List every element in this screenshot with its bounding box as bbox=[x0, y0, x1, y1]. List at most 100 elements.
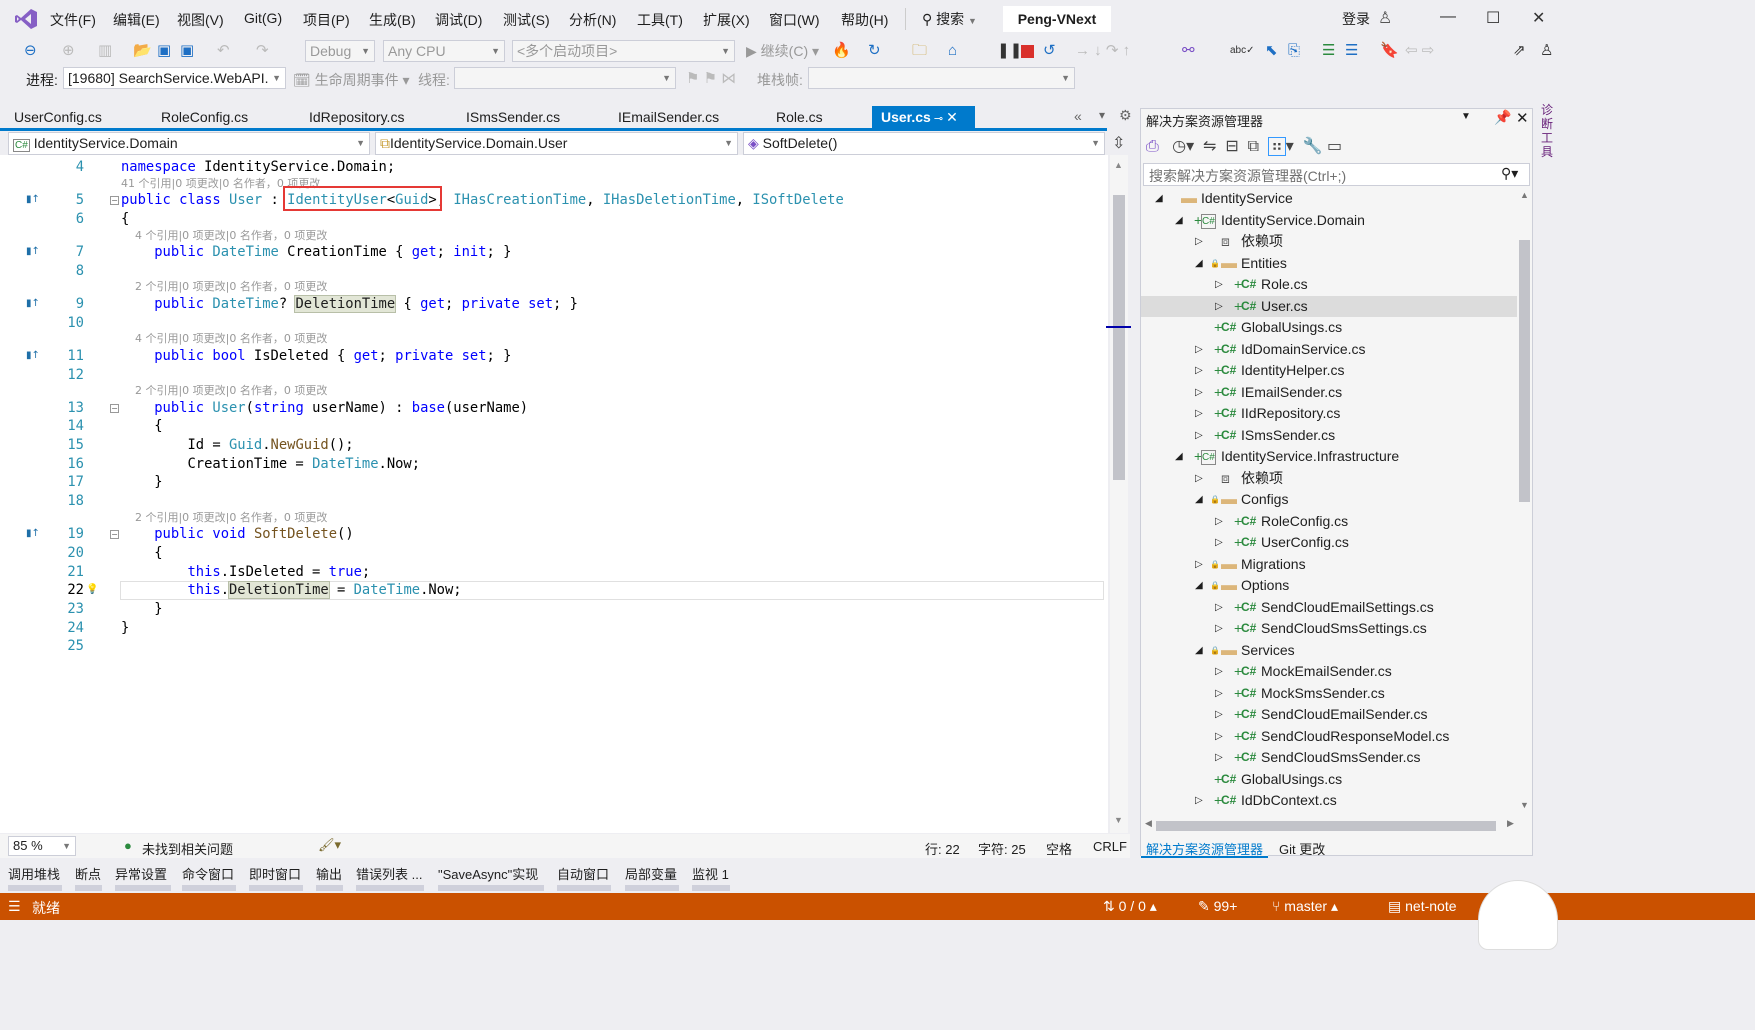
codelens[interactable]: 4 个引用|0 项更改|0 名作者，0 项更改 bbox=[0, 229, 1106, 244]
tree-item[interactable]: ◢ 🔒 ▬ Options bbox=[1141, 575, 1517, 597]
menu-item[interactable]: 项目(P) bbox=[303, 10, 350, 30]
panel-menu-icon[interactable]: ▼ bbox=[1461, 111, 1471, 122]
codelens[interactable]: 2 个引用|0 项更改|0 名作者，0 项更改 bbox=[0, 511, 1106, 526]
codelens[interactable]: 2 个引用|0 项更改|0 名作者，0 项更改 bbox=[0, 384, 1106, 399]
expanded-arrow-icon[interactable]: ◢ bbox=[1195, 489, 1203, 511]
bookmark-icon[interactable]: 🔖 bbox=[1380, 38, 1399, 64]
codelens[interactable]: 41 个引用|0 项更改|0 名作者，0 项更改 bbox=[0, 177, 1106, 192]
code-lines[interactable]: 4 namespace IdentityService.Domain; 41 个引用… bbox=[0, 158, 1106, 656]
tab-solution-explorer[interactable]: 解决方案资源管理器 bbox=[1141, 836, 1269, 858]
pin-icon[interactable]: 📌 bbox=[1494, 109, 1511, 126]
bottom-tool-tab[interactable]: 监视 1 bbox=[692, 864, 729, 883]
tab-userconfig-cs[interactable]: UserConfig.cs bbox=[5, 106, 152, 129]
menu-item[interactable]: 帮助(H) bbox=[841, 10, 888, 30]
scroll-up-icon[interactable]: ▲ bbox=[1114, 160, 1123, 170]
tree-item[interactable]: ◢ 🔒 ▬ Services bbox=[1141, 640, 1517, 662]
pause-icon[interactable]: ❚❚ bbox=[997, 38, 1022, 64]
menu-item[interactable]: 调试(D) bbox=[435, 10, 482, 30]
code-line[interactable]: 17 } bbox=[0, 473, 1106, 492]
branch-status[interactable]: ⑂ master ▴ bbox=[1272, 898, 1338, 915]
bottom-tool-tab[interactable]: 输出 bbox=[316, 864, 342, 883]
implements-icon[interactable]: ▮↑ bbox=[26, 243, 40, 262]
collapsed-arrow-icon[interactable]: ▷ bbox=[1195, 554, 1203, 576]
select-icon[interactable]: ⬉ bbox=[1265, 38, 1278, 64]
project-dropdown[interactable]: C# IdentityService.Domain ▼ bbox=[8, 132, 370, 155]
login-link[interactable]: 登录 bbox=[1342, 9, 1370, 29]
code-line[interactable]: 21 this.IsDeleted = true; bbox=[0, 563, 1106, 582]
codelens-text[interactable]: 4 个引用|0 项更改|0 名作者，0 项更改 bbox=[121, 229, 327, 244]
collapsed-arrow-icon[interactable]: ▷ bbox=[1215, 747, 1223, 769]
collapse-icon[interactable]: − bbox=[110, 403, 119, 413]
bottom-tool-tab[interactable]: 异常设置 bbox=[115, 864, 167, 883]
menu-item[interactable]: 视图(V) bbox=[177, 10, 224, 30]
spell-check-icon[interactable]: abc✓ bbox=[1230, 38, 1255, 64]
restart-icon[interactable]: ↻ bbox=[868, 38, 881, 64]
codelens[interactable]: 4 个引用|0 项更改|0 名作者，0 项更改 bbox=[0, 332, 1106, 347]
bottom-tool-tab[interactable]: 局部变量 bbox=[625, 864, 677, 883]
codelens-text[interactable]: 2 个引用|0 项更改|0 名作者，0 项更改 bbox=[121, 511, 327, 526]
find-in-files-icon[interactable]: 🗀 bbox=[912, 38, 927, 64]
editor-vertical-scrollbar[interactable]: ▲ ▼ bbox=[1106, 155, 1131, 833]
tree-item[interactable]: ▷ + C# IdDomainService.cs bbox=[1141, 339, 1517, 361]
collapsed-arrow-icon[interactable]: ▷ bbox=[1195, 790, 1203, 812]
expanded-arrow-icon[interactable]: ◢ bbox=[1195, 575, 1203, 597]
code-line[interactable]: 13 − public User(string userName) : base(… bbox=[0, 399, 1106, 418]
tab-iemailsender-cs[interactable]: IEmailSender.cs bbox=[609, 106, 767, 129]
undo-icon[interactable]: ↶ bbox=[217, 38, 230, 64]
pending-changes-status[interactable]: ✎ 99+ bbox=[1198, 898, 1237, 915]
comment-icon[interactable]: ☰ bbox=[1322, 38, 1335, 64]
continue-button[interactable]: ▶ 继续(C) ▾ bbox=[746, 41, 819, 61]
collapsed-arrow-icon[interactable]: ▷ bbox=[1215, 296, 1223, 318]
implements-icon[interactable]: ▮↑ bbox=[26, 191, 40, 210]
type-dropdown[interactable]: ⧉IdentityService.Domain.User ▼ bbox=[375, 132, 738, 155]
solution-tree[interactable]: ◢ ▬ IdentityService ◢ + C# IdentityService.Dom… bbox=[1141, 188, 1517, 818]
scrollbar-thumb[interactable] bbox=[1156, 821, 1496, 831]
menu-item[interactable]: 扩展(X) bbox=[703, 10, 750, 30]
codelens-text[interactable]: 2 个引用|0 项更改|0 名作者，0 项更改 bbox=[121, 280, 327, 295]
tree-item[interactable]: ◢ + C# IdentityService.Infrastructure bbox=[1141, 446, 1517, 468]
live-share-icon[interactable]: ♙ bbox=[1540, 38, 1553, 64]
collapsed-arrow-icon[interactable]: ▷ bbox=[1195, 382, 1203, 404]
collapsed-arrow-icon[interactable]: ▷ bbox=[1215, 704, 1223, 726]
stack-frame-dropdown[interactable]: ▼ bbox=[808, 67, 1075, 89]
collapsed-arrow-icon[interactable]: ▷ bbox=[1215, 511, 1223, 533]
preview-selected-icon[interactable]: ▭ bbox=[1327, 138, 1342, 155]
code-line[interactable]: 10 bbox=[0, 314, 1106, 333]
back-icon[interactable]: ⊖ bbox=[24, 38, 37, 64]
code-cleanup-icon[interactable]: 🖌▾ bbox=[318, 837, 341, 853]
code-line[interactable]: 18 bbox=[0, 492, 1106, 511]
process-dropdown[interactable]: [19680] SearchService.WebAPI. ▼ bbox=[63, 67, 286, 89]
restart-debug-icon[interactable]: ↺ bbox=[1043, 38, 1056, 64]
code-editor[interactable]: 4 namespace IdentityService.Domain; 41 个引用… bbox=[0, 155, 1108, 833]
collapsed-arrow-icon[interactable]: ▷ bbox=[1215, 726, 1223, 748]
tree-item[interactable]: ▷ + C# IdentityHelper.cs bbox=[1141, 360, 1517, 382]
scroll-down-icon[interactable]: ▼ bbox=[1114, 815, 1123, 825]
menu-item[interactable]: 文件(F) bbox=[50, 10, 96, 30]
tree-item[interactable]: ▷ + C# UserConfig.cs bbox=[1141, 532, 1517, 554]
issues-status[interactable]: 未找到相关问题 bbox=[142, 839, 233, 858]
tree-item[interactable]: ◢ 🔒 ▬ Entities bbox=[1141, 253, 1517, 275]
sync-status[interactable]: ⇅ 0 / 0 ▴ bbox=[1103, 898, 1157, 915]
forward-icon[interactable]: ⊕ bbox=[62, 38, 75, 64]
menu-item[interactable]: 分析(N) bbox=[569, 10, 616, 30]
implements-icon[interactable]: ▮↑ bbox=[26, 525, 40, 544]
tree-item[interactable]: + C# GlobalUsings.cs bbox=[1141, 769, 1517, 791]
tree-item[interactable]: ◢ + C# IdentityService.Domain bbox=[1141, 210, 1517, 232]
codelens-text[interactable]: 2 个引用|0 项更改|0 名作者，0 项更改 bbox=[121, 384, 327, 399]
tab-role-cs[interactable]: Role.cs bbox=[767, 106, 864, 129]
tree-item[interactable]: ◢ 🔒 ▬ Configs bbox=[1141, 489, 1517, 511]
code-line[interactable]: ▮↑ 7 public DateTime CreationTime { get; … bbox=[0, 243, 1106, 262]
tree-vertical-scrollbar[interactable]: ▲ ▼ bbox=[1518, 188, 1532, 818]
redo-icon[interactable]: ↷ bbox=[256, 38, 269, 64]
tree-item[interactable]: ▷ ⧈ 依赖项 bbox=[1141, 231, 1517, 253]
tab-roleconfig-cs[interactable]: RoleConfig.cs bbox=[152, 106, 300, 129]
tab-git-changes[interactable]: Git 更改 bbox=[1279, 839, 1325, 858]
uncomment-icon[interactable]: ☰ bbox=[1345, 38, 1358, 64]
code-line[interactable]: ▮↑ 9 public DateTime? DeletionTime { get;… bbox=[0, 294, 1106, 314]
member-dropdown[interactable]: ◈ SoftDelete() ▼ bbox=[743, 132, 1105, 155]
tree-item[interactable]: ▷ + C# IIdRepository.cs bbox=[1141, 403, 1517, 425]
close-window-button[interactable]: ✕ bbox=[1532, 8, 1545, 28]
menu-item[interactable]: 编辑(E) bbox=[113, 10, 160, 30]
bottom-tool-tab[interactable]: 断点 bbox=[75, 864, 101, 883]
new-project-icon[interactable]: ▥ bbox=[98, 38, 112, 64]
